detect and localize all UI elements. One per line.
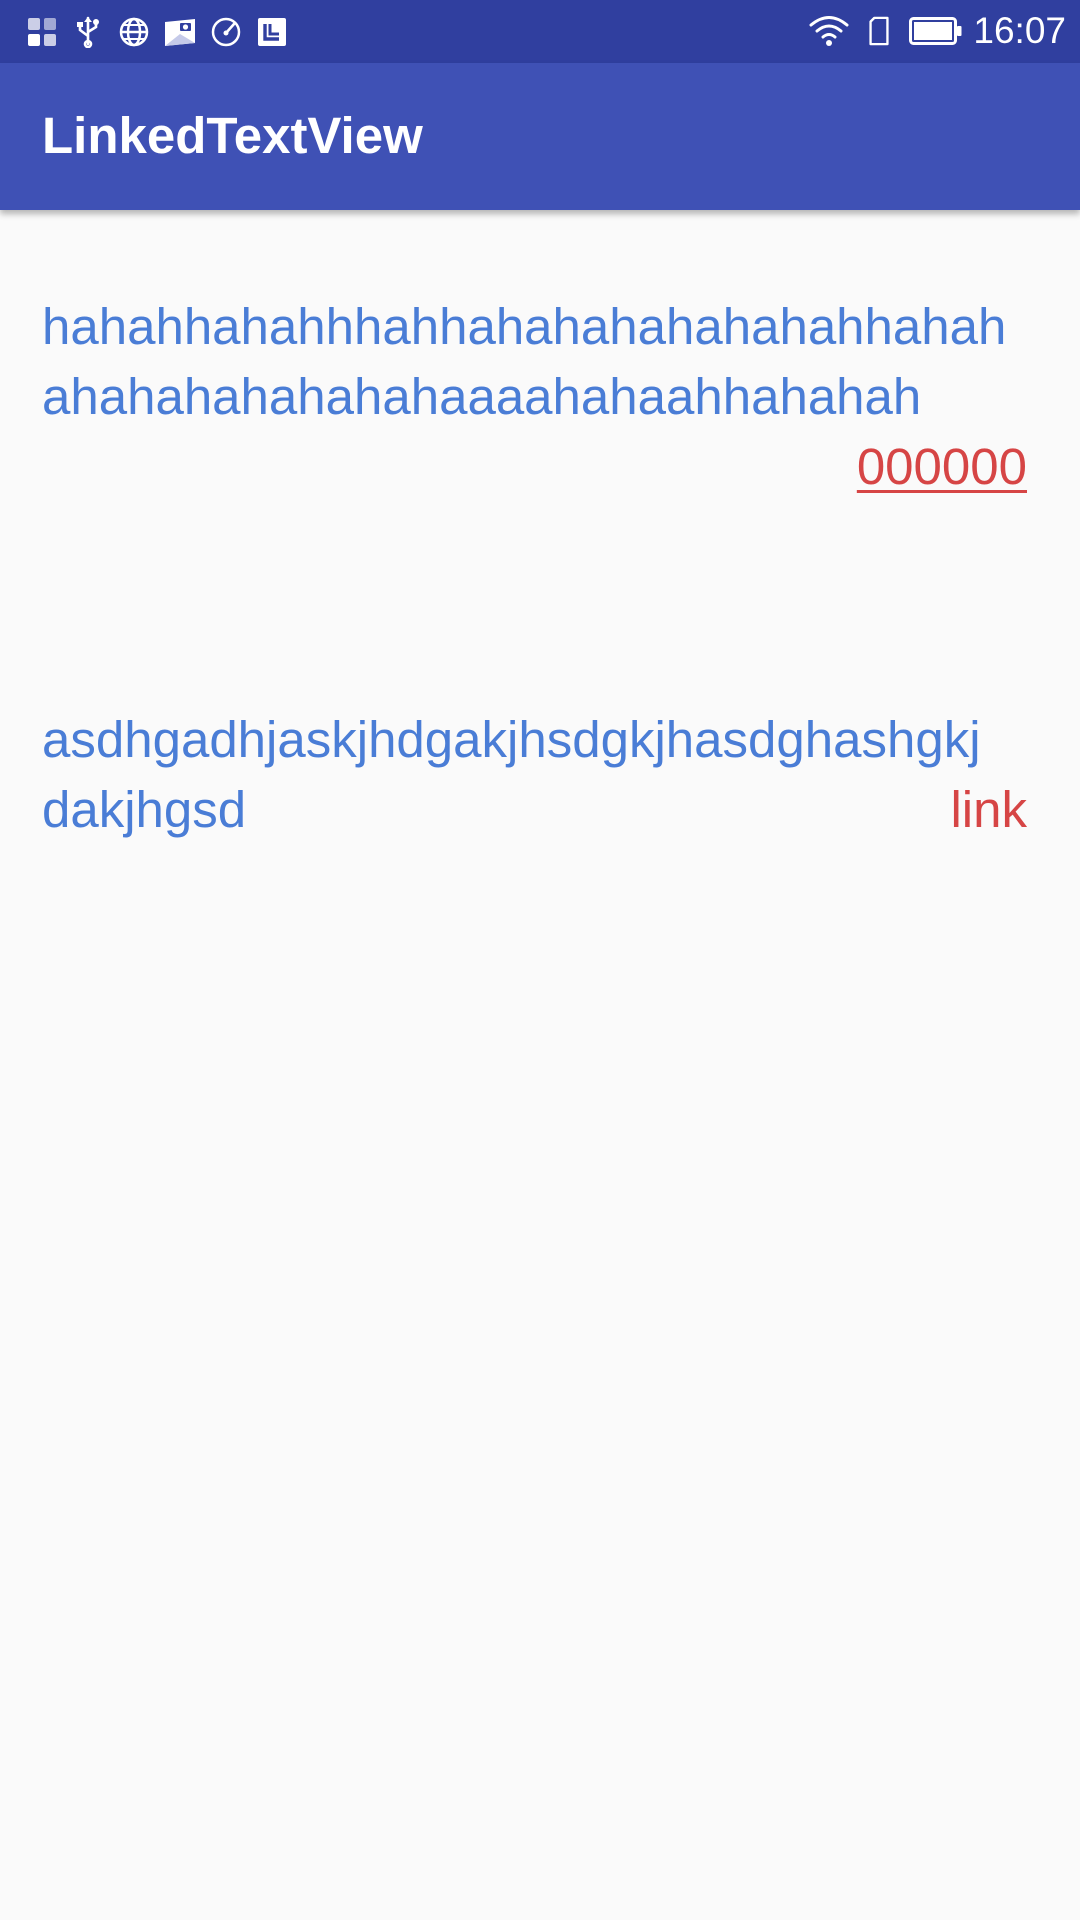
app-title: LinkedTextView — [42, 107, 423, 164]
calendar-icon — [258, 18, 286, 46]
clock: 16:07 — [973, 10, 1066, 51]
speed-icon — [211, 17, 241, 47]
battery-icon — [909, 17, 962, 45]
text-line: ahahahahahahahaaaahahaahhahahah — [42, 368, 922, 425]
link-000000[interactable]: 000000 — [857, 438, 1027, 495]
grid-icon — [28, 18, 56, 46]
text-fragment: dakjhgsd — [42, 781, 247, 838]
app-bar: LinkedTextView — [0, 63, 1080, 210]
sim-icon — [869, 16, 890, 46]
wifi-icon — [809, 16, 849, 46]
linked-text-view-2: asdhgadhjaskjhdgakjhsdgkjhasdghashgkj da… — [42, 705, 1027, 845]
link-text[interactable]: link — [950, 775, 1027, 845]
text-line-with-link: dakjhgsd link — [42, 775, 1027, 845]
status-bar: 16:07 — [0, 0, 1080, 63]
text-line: hahahhahahhhahhahahahahahahahhahah — [42, 298, 1007, 355]
system-indicators: 16:07 — [809, 10, 1066, 52]
notification-icons — [26, 14, 288, 50]
photo-icon — [165, 19, 195, 46]
link-row: 000000 — [42, 432, 1027, 502]
usb-icon — [77, 16, 99, 48]
text-line: asdhgadhjaskjhdgakjhsdgkjhasdghashgkj — [42, 711, 981, 768]
linked-text-view-1: hahahhahahhhahhahahahahahahahhahah ahaha… — [42, 292, 1027, 502]
globe-icon — [119, 17, 149, 47]
